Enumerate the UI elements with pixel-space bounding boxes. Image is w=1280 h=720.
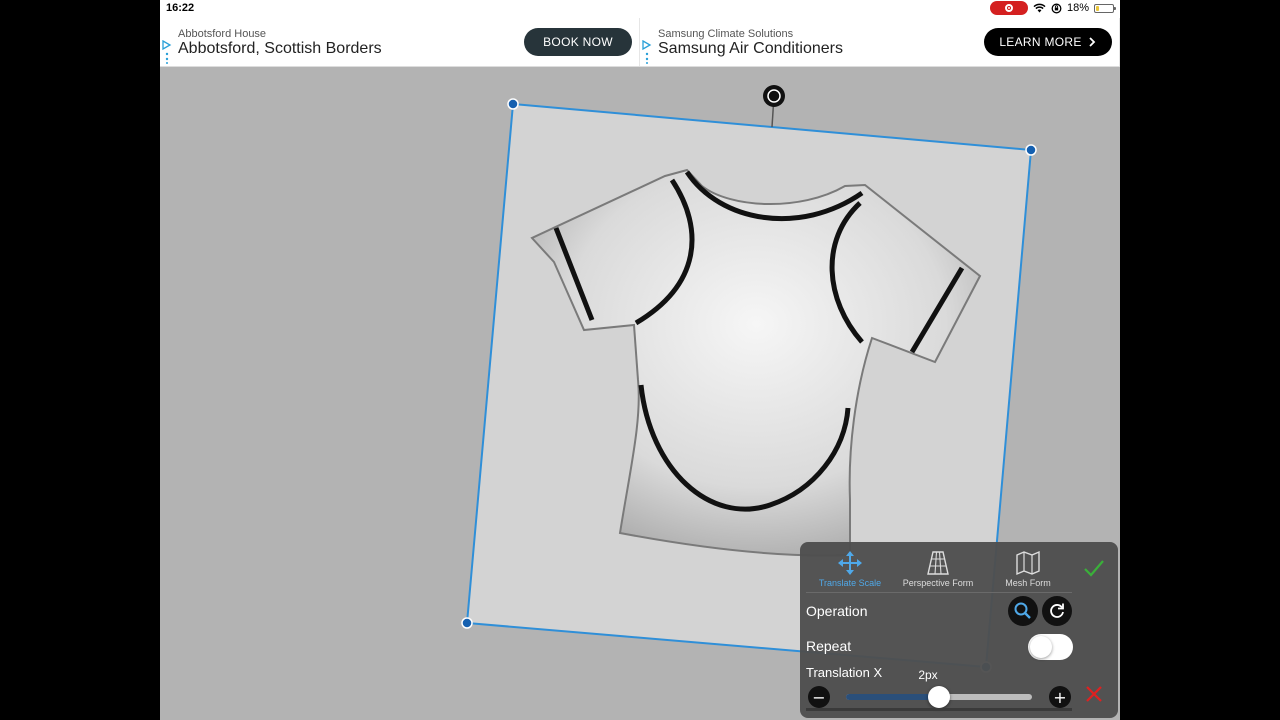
- repeat-label: Repeat: [806, 638, 852, 654]
- confirm-check-icon[interactable]: [1082, 556, 1106, 580]
- panel-divider: [806, 592, 1072, 593]
- translation-x-slider[interactable]: [846, 686, 1032, 708]
- tool-label: Translate Scale: [818, 578, 882, 588]
- app-screen: 16:22 18% Abbotsford House Abbotsford, S…: [160, 0, 1120, 720]
- corner-handle-top-left[interactable]: [507, 98, 519, 110]
- operation-label: Operation: [806, 603, 868, 619]
- tool-perspective-form[interactable]: Perspective Form: [893, 550, 983, 588]
- transform-panel: Translate Scale Perspective Form Mesh Fo…: [800, 542, 1118, 718]
- zoom-operation-button[interactable]: [1008, 596, 1038, 626]
- rotate-operation-button[interactable]: [1042, 596, 1072, 626]
- move-arrows-icon: [838, 551, 862, 575]
- tool-label: Perspective Form: [902, 578, 974, 588]
- toggle-knob: [1030, 636, 1052, 658]
- minus-icon: −: [812, 687, 826, 707]
- tool-label: Mesh Form: [1005, 578, 1051, 588]
- perspective-grid-icon: [927, 551, 949, 575]
- decrease-button[interactable]: −: [808, 686, 830, 708]
- translation-x-label: Translation X: [806, 665, 883, 680]
- cancel-x-icon[interactable]: [1082, 682, 1106, 706]
- plus-icon: +: [1053, 687, 1067, 707]
- panel-bottom-bar: [806, 708, 1072, 711]
- increase-button[interactable]: +: [1049, 686, 1071, 708]
- search-icon: [1014, 602, 1031, 619]
- corner-handle-top-right[interactable]: [1025, 144, 1037, 156]
- tool-translate-scale[interactable]: Translate Scale: [805, 550, 895, 588]
- repeat-toggle[interactable]: [1028, 634, 1073, 660]
- rotate-icon: [1050, 603, 1064, 618]
- rotate-handle[interactable]: [763, 85, 785, 107]
- slider-fill: [846, 694, 939, 700]
- corner-handle-bottom-left[interactable]: [461, 617, 473, 629]
- translation-x-value: 2px: [918, 668, 938, 682]
- mesh-map-icon: [1016, 550, 1040, 576]
- tool-mesh-form[interactable]: Mesh Form: [983, 550, 1073, 588]
- slider-thumb[interactable]: [928, 686, 950, 708]
